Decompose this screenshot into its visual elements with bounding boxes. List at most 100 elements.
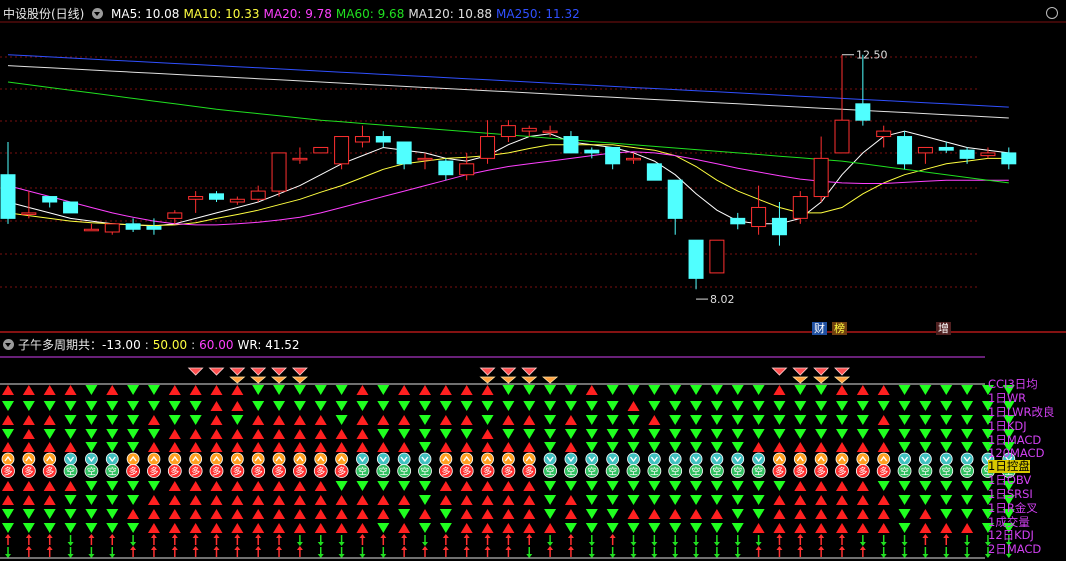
up-triangle-icon: [147, 523, 160, 533]
arrow-head: [67, 542, 74, 546]
up-triangle-icon: [210, 415, 223, 425]
candle-body: [542, 130, 558, 134]
down-triangle-icon: [731, 442, 744, 452]
up-triangle-icon: [64, 385, 77, 395]
low-price-label: 8.02: [710, 293, 735, 306]
down-triangle-icon: [648, 429, 661, 439]
indicator-menu-icon[interactable]: [3, 339, 14, 350]
indicator-menu-icon[interactable]: [92, 8, 104, 19]
arrow-head: [109, 534, 116, 538]
arrow-head: [401, 534, 408, 538]
event-tag[interactable]: 榜: [832, 322, 847, 335]
candle-body: [146, 226, 162, 230]
badge-text: 空: [66, 466, 75, 478]
signal-row-label[interactable]: 1日WR: [988, 392, 1026, 405]
badge-text: 多: [3, 466, 12, 478]
up-triangle-icon: [481, 509, 494, 519]
up-chevron-icon: [147, 452, 161, 466]
down-triangle-icon: [627, 415, 640, 425]
badge-text: 多: [129, 466, 138, 478]
arrow-head: [713, 542, 720, 546]
maximize-icon[interactable]: [1046, 7, 1058, 19]
signal-row-label[interactable]: 1日SRSI: [988, 488, 1033, 501]
candle-body: [188, 196, 204, 200]
down-triangle-icon: [64, 523, 77, 533]
down-triangle-icon: [710, 481, 723, 491]
up-triangle-icon: [752, 442, 765, 452]
down-triangle-icon: [2, 523, 14, 533]
gem-icon: [813, 367, 830, 376]
badge-text: 空: [400, 466, 409, 478]
kline-chart-canvas[interactable]: 12.508.02 多多多空空空多多多多多多多多多多多空空空空多多多多多空空空空…: [0, 0, 1066, 561]
signal-row-label[interactable]: 1日OBV: [988, 474, 1031, 487]
down-triangle-icon: [398, 509, 411, 519]
signal-row-label[interactable]: 1日LWR改良: [988, 406, 1055, 419]
signal-row-label[interactable]: 1日控盘: [988, 460, 1030, 473]
up-triangle-icon: [356, 509, 369, 519]
candle-body: [104, 223, 120, 233]
signal-row-label[interactable]: 1日KDJ: [988, 420, 1027, 433]
up-chevron-icon: [814, 452, 828, 466]
candle-body: [396, 141, 412, 165]
up-triangle-icon: [523, 415, 536, 425]
down-triangle-icon: [773, 401, 786, 411]
arrow-head: [338, 554, 345, 558]
down-triangle-icon: [710, 385, 723, 395]
down-triangle-icon: [502, 385, 515, 395]
candle-body: [855, 103, 871, 121]
badge-text: 多: [316, 466, 325, 478]
candle-body: [876, 130, 892, 138]
up-triangle-icon: [877, 442, 890, 452]
up-triangle-icon: [815, 509, 828, 519]
event-tag[interactable]: 增: [936, 322, 951, 335]
down-triangle-icon: [752, 429, 765, 439]
up-triangle-icon: [252, 495, 265, 505]
arrow-head: [380, 554, 387, 558]
arrow-head: [234, 546, 241, 550]
candle-body: [83, 228, 99, 232]
down-triangle-icon: [43, 401, 56, 411]
down-triangle-icon: [669, 415, 682, 425]
up-triangle-icon: [2, 385, 14, 395]
down-triangle-icon: [585, 509, 598, 519]
signal-row-label[interactable]: CCI3日均: [988, 378, 1038, 391]
signal-row-label[interactable]: 12日KDJ: [988, 529, 1034, 542]
down-chevron-icon: [710, 452, 724, 466]
up-triangle-icon: [147, 509, 160, 519]
up-triangle-icon: [836, 442, 848, 452]
arrow-head: [609, 554, 616, 558]
down-chevron-icon: [585, 452, 599, 466]
down-triangle-icon: [940, 401, 953, 411]
down-triangle-icon: [127, 385, 140, 395]
down-triangle-icon: [731, 495, 744, 505]
up-triangle-icon: [523, 509, 536, 519]
arrow-head: [25, 546, 32, 550]
down-triangle-icon: [523, 429, 536, 439]
down-triangle-icon: [794, 415, 807, 425]
down-triangle-icon: [794, 385, 807, 395]
up-triangle-icon: [168, 385, 181, 395]
ma-values: MA5: 10.08 MA10: 10.33 MA20: 9.78 MA60: 9.6…: [111, 7, 584, 21]
up-chevron-icon: [168, 452, 182, 466]
down-triangle-icon: [377, 523, 390, 533]
up-triangle-icon: [356, 495, 369, 505]
down-triangle-icon: [606, 429, 619, 439]
badge-text: 多: [483, 466, 492, 478]
down-triangle-icon: [752, 495, 765, 505]
up-triangle-icon: [22, 442, 35, 452]
down-triangle-icon: [856, 415, 869, 425]
badge-text: 多: [525, 466, 534, 478]
main-pane-header: 中设股份(日线) MA5: 10.08 MA10: 10.33 MA20: 9.78…: [3, 7, 588, 21]
up-triangle-icon: [460, 523, 473, 533]
stock-title: 中设股份(日线): [3, 7, 85, 21]
arrow-head: [130, 542, 137, 546]
arrow-head: [526, 534, 533, 538]
arrow-head: [317, 542, 324, 546]
event-tag[interactable]: 财: [812, 322, 827, 335]
signal-row-label[interactable]: 2日MACD: [988, 543, 1041, 556]
signal-row-label[interactable]: 1日R金叉: [988, 502, 1038, 515]
down-triangle-icon: [898, 442, 911, 452]
up-chevron-icon: [293, 452, 307, 466]
badge-text: 空: [650, 466, 659, 478]
down-triangle-icon: [731, 401, 744, 411]
